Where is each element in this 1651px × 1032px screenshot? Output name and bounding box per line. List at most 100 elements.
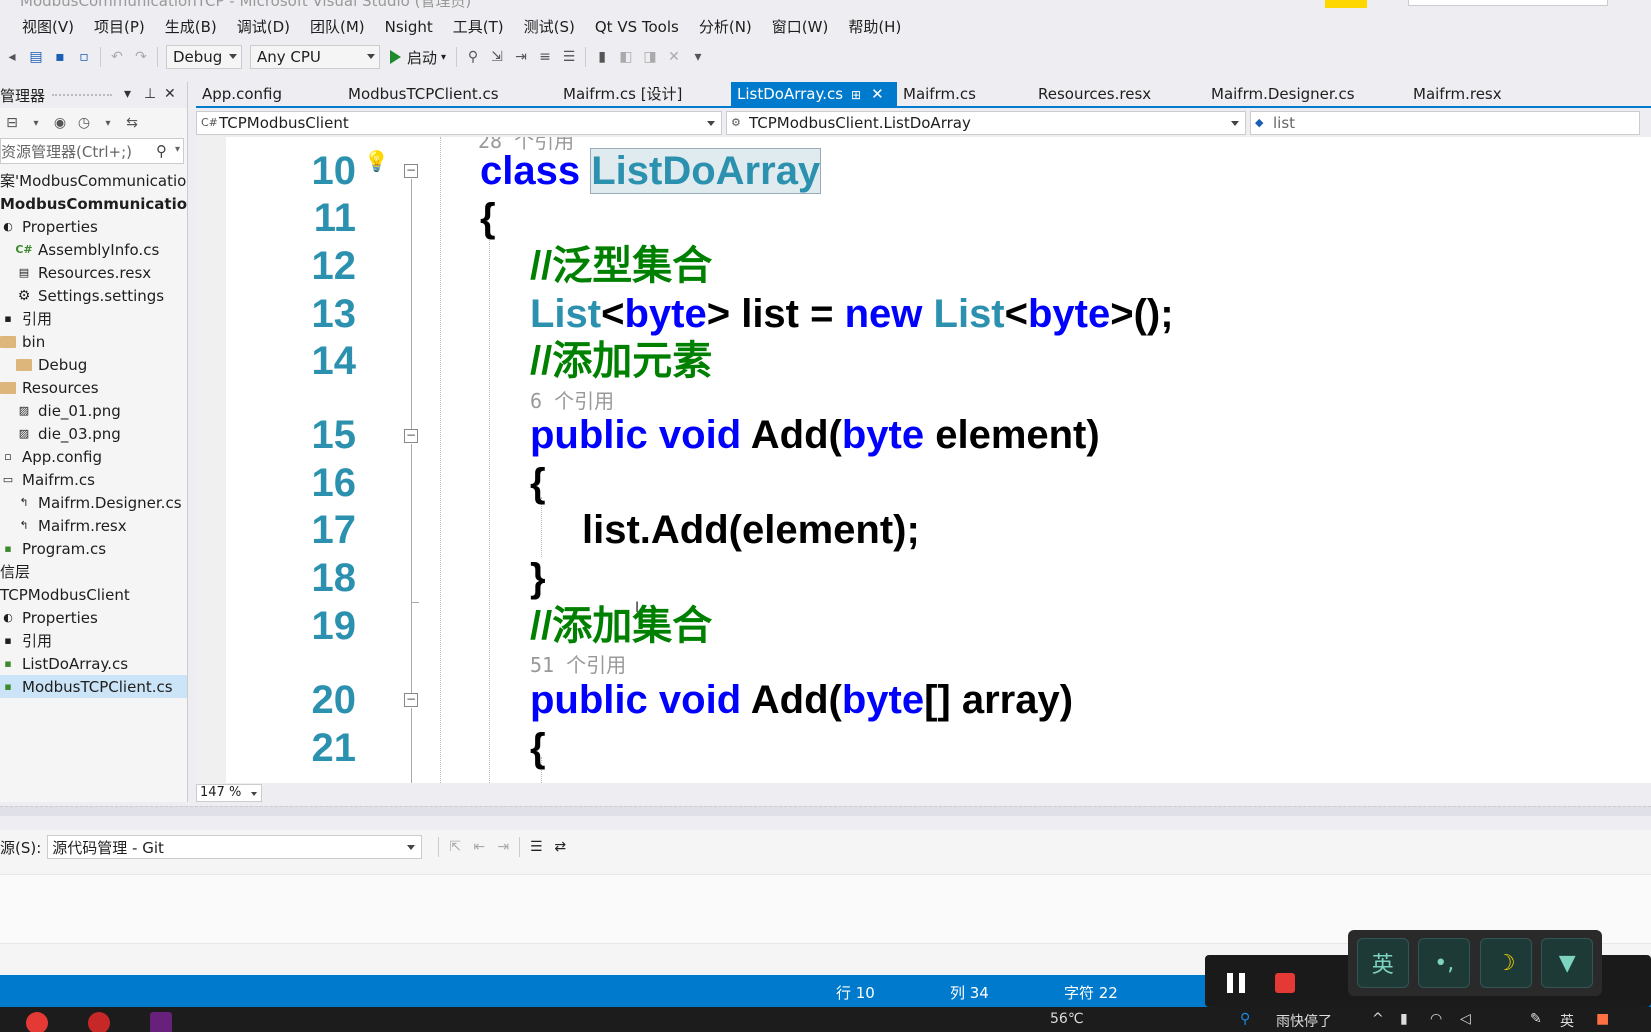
visual-studio-icon[interactable]: [150, 1012, 172, 1032]
prev-message-icon[interactable]: ⇤: [469, 837, 489, 857]
tab-modbustcpclient[interactable]: ModbusTCPClient.cs: [342, 82, 557, 106]
collapse-toggle[interactable]: −: [404, 693, 418, 707]
tree-item[interactable]: ▪ 引用: [0, 307, 187, 330]
punctuation-icon[interactable]: •,: [1418, 938, 1471, 988]
weather-temperature[interactable]: 56℃: [1050, 1011, 1084, 1027]
pane-splitter[interactable]: [0, 806, 1651, 816]
codelens-references[interactable]: 6 个引用: [530, 385, 614, 414]
tree-item[interactable]: ▭ Maifrm.cs: [0, 468, 187, 491]
history-icon[interactable]: ◷: [74, 113, 94, 133]
output-source-select[interactable]: 源代码管理 - Git: [47, 835, 423, 859]
tab-maifrm-design[interactable]: Maifrm.cs [设计]: [557, 82, 731, 106]
solution-search-input[interactable]: 资源管理器(Ctrl+;) ⚲ ▾: [0, 138, 184, 164]
speaker-icon[interactable]: ◁: [1460, 1011, 1471, 1027]
menu-qt-vs-tools[interactable]: Qt VS Tools: [585, 14, 689, 40]
word-wrap-icon[interactable]: ⇄: [550, 837, 570, 857]
chevron-down-icon[interactable]: ▾: [26, 113, 46, 133]
menu-project[interactable]: 项目(P): [84, 14, 155, 40]
tree-item[interactable]: ▨ die_03.png: [0, 422, 187, 445]
pin-icon[interactable]: ⊞: [851, 88, 861, 102]
tree-item-project[interactable]: ModbusCommunicationT(: [0, 192, 187, 215]
find-message-icon[interactable]: ⇱: [445, 837, 465, 857]
collapse-toggle[interactable]: −: [404, 164, 418, 178]
close-icon[interactable]: ✕: [164, 86, 176, 102]
recorder-app-icon[interactable]: [88, 1012, 110, 1032]
tree-item[interactable]: ▪ 引用: [0, 629, 187, 652]
ime-tray-icon[interactable]: ■: [1596, 1011, 1609, 1027]
globe-icon[interactable]: ◉: [50, 113, 70, 133]
menu-tools[interactable]: 工具(T): [443, 14, 514, 40]
tree-item[interactable]: Resources: [0, 376, 187, 399]
drag-handle[interactable]: [52, 94, 112, 97]
type-dropdown[interactable]: ⚙ TCPModbusClient.ListDoArray: [726, 111, 1246, 135]
menu-view[interactable]: 视图(V): [12, 14, 84, 40]
skin-icon[interactable]: ▼: [1541, 938, 1594, 988]
usb-icon[interactable]: ▮: [1400, 1011, 1408, 1027]
menu-analyze[interactable]: 分析(N): [689, 14, 762, 40]
notification-icon[interactable]: [1325, 0, 1367, 8]
tab-maifrm[interactable]: Maifrm.cs: [897, 82, 1032, 106]
menu-test[interactable]: 测试(S): [514, 14, 585, 40]
open-file-icon[interactable]: ▤: [26, 47, 46, 67]
tree-item[interactable]: Debug: [0, 353, 187, 376]
lightbulb-icon[interactable]: 💡: [364, 149, 389, 173]
ime-language-toggle[interactable]: 英: [1356, 938, 1409, 988]
quick-launch-input[interactable]: [1408, 0, 1608, 6]
tab-resources-resx[interactable]: Resources.resx: [1032, 82, 1205, 106]
tab-maifrm-designer[interactable]: Maifrm.Designer.cs: [1205, 82, 1407, 106]
find-in-files-icon[interactable]: ⚲: [463, 47, 483, 67]
wifi-icon[interactable]: ◠: [1430, 1011, 1442, 1027]
close-icon[interactable]: ✕: [871, 85, 884, 103]
save-all-icon[interactable]: ▫: [74, 47, 94, 67]
network-icon[interactable]: ⚲: [1240, 1011, 1250, 1027]
menu-debug[interactable]: 调试(D): [227, 14, 300, 40]
solution-config-select[interactable]: Debug: [166, 45, 242, 69]
tree-item[interactable]: C# AssemblyInfo.cs: [0, 238, 187, 261]
navigate-back-icon[interactable]: ◂: [2, 47, 22, 67]
sync-icon[interactable]: ⊟: [2, 113, 22, 133]
step-into-icon[interactable]: ⇲: [487, 47, 507, 67]
clear-all-icon[interactable]: ☰: [526, 837, 546, 857]
pause-icon[interactable]: [1227, 973, 1245, 993]
save-icon[interactable]: ▪: [50, 47, 70, 67]
next-bookmark-icon[interactable]: ◨: [640, 47, 660, 67]
start-debug-button[interactable]: 启动 ▾: [390, 47, 446, 68]
tree-item[interactable]: ↰ Maifrm.Designer.cs: [0, 491, 187, 514]
tree-item[interactable]: ↰ Maifrm.resx: [0, 514, 187, 537]
zoom-select[interactable]: 147 %: [196, 784, 263, 802]
tree-item[interactable]: ⚙ Settings.settings: [0, 284, 187, 307]
stop-icon[interactable]: [1275, 973, 1295, 993]
tree-item[interactable]: 信层: [0, 560, 187, 583]
step-over-icon[interactable]: ⇥: [511, 47, 531, 67]
tree-item-project[interactable]: TCPModbusClient: [0, 583, 187, 606]
undo-icon[interactable]: ↶: [107, 47, 127, 67]
menu-build[interactable]: 生成(B): [155, 14, 227, 40]
chrome-icon[interactable]: [26, 1012, 48, 1032]
tab-app-config[interactable]: App.config: [196, 82, 342, 106]
pin-icon[interactable]: ⊥: [144, 86, 156, 102]
next-message-icon[interactable]: ⇥: [493, 837, 513, 857]
code-editor[interactable]: 28 个引用 💡 10 11 12 13 14 15 16 17 18 19 2…: [196, 137, 1651, 783]
search-icon[interactable]: ⚲: [156, 142, 167, 160]
solution-platform-select[interactable]: Any CPU: [250, 45, 380, 69]
input-language[interactable]: 英: [1560, 1011, 1574, 1031]
tree-item[interactable]: ▪ ListDoArray.cs: [0, 652, 187, 675]
tree-item[interactable]: ◐ Properties: [0, 215, 187, 238]
chevron-up-icon[interactable]: ^: [1372, 1011, 1384, 1027]
menu-help[interactable]: 帮助(H): [838, 14, 911, 40]
menu-nsight[interactable]: Nsight: [375, 14, 443, 40]
tree-item[interactable]: ◐ Properties: [0, 606, 187, 629]
tree-item-selected[interactable]: ▪ ModbusTCPClient.cs: [0, 675, 187, 698]
redo-icon[interactable]: ↷: [131, 47, 151, 67]
member-dropdown[interactable]: ◆ list: [1250, 111, 1640, 135]
codelens-references[interactable]: 51 个引用: [530, 649, 626, 678]
prev-bookmark-icon[interactable]: ◧: [616, 47, 636, 67]
tab-maifrm-resx[interactable]: Maifrm.resx: [1407, 82, 1557, 106]
outdent-icon[interactable]: ≡: [535, 47, 555, 67]
tree-item-solution[interactable]: 案'ModbusCommunication: [0, 169, 187, 192]
toolbar-overflow-icon[interactable]: ▾: [688, 47, 708, 67]
chevron-down-icon[interactable]: ▾: [175, 144, 180, 155]
tree-item[interactable]: bin: [0, 330, 187, 353]
tree-item[interactable]: ▤ Resources.resx: [0, 261, 187, 284]
project-dropdown[interactable]: C# TCPModbusClient: [196, 111, 722, 135]
